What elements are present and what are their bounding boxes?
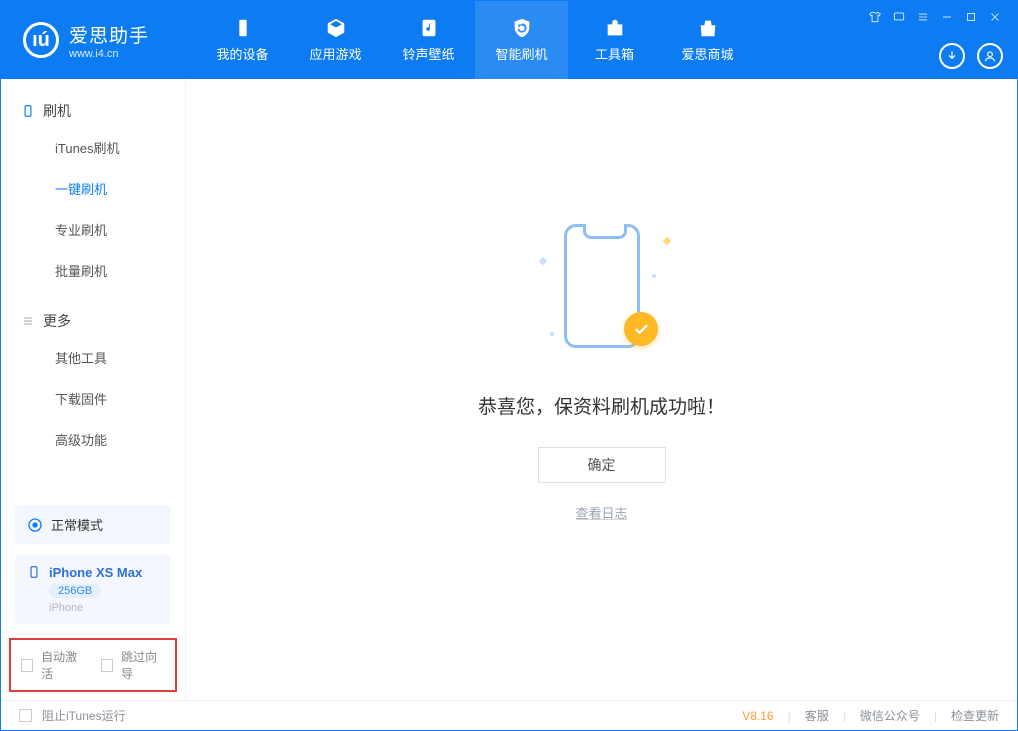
nav-label: 应用游戏 <box>309 44 361 63</box>
body: 刷机 iTunes刷机 一键刷机 专业刷机 批量刷机 更多 其他工具 下载固件 … <box>1 79 1017 700</box>
music-note-icon <box>418 17 440 39</box>
check-badge-icon <box>624 312 658 346</box>
sidebar-bottom: 正常模式 iPhone XS Max 256GB iPhone <box>1 491 185 638</box>
store-icon <box>697 17 719 39</box>
mode-card[interactable]: 正常模式 <box>15 505 171 544</box>
nav-label: 工具箱 <box>595 44 634 63</box>
checkbox-icon <box>19 709 32 722</box>
sidebar-item-advanced[interactable]: 高级功能 <box>1 419 185 460</box>
app-name-cn: 爱思助手 <box>69 21 149 48</box>
nav-toolbox[interactable]: 工具箱 <box>568 1 661 79</box>
checkbox-block-itunes[interactable]: 阻止iTunes运行 <box>19 707 126 724</box>
nav-apps-games[interactable]: 应用游戏 <box>289 1 382 79</box>
header-account-area <box>939 43 1003 69</box>
sidebar-item-oneclick-flash[interactable]: 一键刷机 <box>1 168 185 209</box>
mode-label: 正常模式 <box>51 515 103 534</box>
ok-button[interactable]: 确定 <box>538 447 666 483</box>
nav-store[interactable]: 爱思商城 <box>661 1 754 79</box>
sidebar-section-more: 更多 <box>1 305 185 337</box>
user-icon[interactable] <box>977 43 1003 69</box>
minimize-icon[interactable] <box>939 9 955 25</box>
top-nav: 我的设备 应用游戏 铃声壁纸 智能刷机 工具箱 爱思商城 <box>196 1 754 79</box>
device-capacity: 256GB <box>49 584 101 598</box>
device-name: iPhone XS Max <box>49 565 142 580</box>
device-card[interactable]: iPhone XS Max 256GB iPhone <box>15 554 171 624</box>
checkbox-icon <box>21 659 33 672</box>
section-title: 刷机 <box>43 101 71 121</box>
dot-icon <box>652 274 656 278</box>
list-icon <box>21 314 35 328</box>
tshirt-icon[interactable] <box>867 9 883 25</box>
close-icon[interactable] <box>987 9 1003 25</box>
logo-icon: ıú <box>23 22 59 58</box>
version-label: V8.16 <box>742 709 773 723</box>
sidebar-item-other-tools[interactable]: 其他工具 <box>1 337 185 378</box>
sidebar-item-batch-flash[interactable]: 批量刷机 <box>1 250 185 291</box>
nav-smart-flash[interactable]: 智能刷机 <box>475 1 568 79</box>
highlighted-options: 自动激活 跳过向导 <box>9 638 177 692</box>
logo: ıú 爱思助手 www.i4.cn <box>1 1 196 79</box>
nav-my-device[interactable]: 我的设备 <box>196 1 289 79</box>
device-icon <box>232 17 254 39</box>
sidebar: 刷机 iTunes刷机 一键刷机 专业刷机 批量刷机 更多 其他工具 下载固件 … <box>1 79 186 700</box>
maximize-icon[interactable] <box>963 9 979 25</box>
success-message: 恭喜您，保资料刷机成功啦！ <box>478 392 725 419</box>
footer-link-support[interactable]: 客服 <box>805 707 829 724</box>
sparkle-icon <box>662 236 670 244</box>
mode-icon <box>27 517 43 533</box>
footer-link-update[interactable]: 检查更新 <box>951 707 999 724</box>
nav-label: 智能刷机 <box>495 44 547 63</box>
view-log-link[interactable]: 查看日志 <box>575 503 627 522</box>
checkbox-label: 跳过向导 <box>121 648 165 682</box>
device-name-row: iPhone XS Max <box>27 564 159 580</box>
checkbox-icon <box>101 659 113 672</box>
sparkle-icon <box>538 256 546 264</box>
device-icon <box>27 564 41 580</box>
nav-label: 铃声壁纸 <box>402 44 454 63</box>
checkbox-label: 自动激活 <box>41 648 85 682</box>
footer-link-wechat[interactable]: 微信公众号 <box>860 707 920 724</box>
sidebar-section-flash: 刷机 <box>1 95 185 127</box>
sidebar-item-itunes-flash[interactable]: iTunes刷机 <box>1 127 185 168</box>
menu-icon[interactable] <box>915 9 931 25</box>
section-title: 更多 <box>43 311 71 331</box>
app-name-en: www.i4.cn <box>69 48 149 60</box>
toolbox-icon <box>604 17 626 39</box>
sidebar-item-pro-flash[interactable]: 专业刷机 <box>1 209 185 250</box>
dot-icon <box>550 332 554 336</box>
checkbox-skip-guide[interactable]: 跳过向导 <box>101 648 165 682</box>
nav-label: 爱思商城 <box>681 44 733 63</box>
nav-ringtones-wallpapers[interactable]: 铃声壁纸 <box>382 1 475 79</box>
header: ıú 爱思助手 www.i4.cn 我的设备 应用游戏 铃声壁纸 智能刷机 <box>1 1 1017 79</box>
feedback-icon[interactable] <box>891 9 907 25</box>
cube-icon <box>325 17 347 39</box>
sidebar-item-download-firmware[interactable]: 下载固件 <box>1 378 185 419</box>
shield-refresh-icon <box>511 17 533 39</box>
nav-label: 我的设备 <box>216 44 268 63</box>
phone-outline-icon <box>21 104 35 118</box>
separator: | <box>843 709 846 723</box>
footer-right: V8.16 | 客服 | 微信公众号 | 检查更新 <box>742 707 999 724</box>
footer: 阻止iTunes运行 V8.16 | 客服 | 微信公众号 | 检查更新 <box>1 700 1017 730</box>
separator: | <box>934 709 937 723</box>
success-illustration <box>532 218 672 368</box>
download-icon[interactable] <box>939 43 965 69</box>
separator: | <box>788 709 791 723</box>
logo-text: 爱思助手 www.i4.cn <box>69 21 149 60</box>
device-type: iPhone <box>49 602 159 614</box>
checkbox-auto-activate[interactable]: 自动激活 <box>21 648 85 682</box>
checkbox-label: 阻止iTunes运行 <box>42 707 126 724</box>
app-window: ıú 爱思助手 www.i4.cn 我的设备 应用游戏 铃声壁纸 智能刷机 <box>0 0 1018 731</box>
window-controls <box>867 9 1003 25</box>
main-content: 恭喜您，保资料刷机成功啦！ 确定 查看日志 <box>186 79 1017 700</box>
